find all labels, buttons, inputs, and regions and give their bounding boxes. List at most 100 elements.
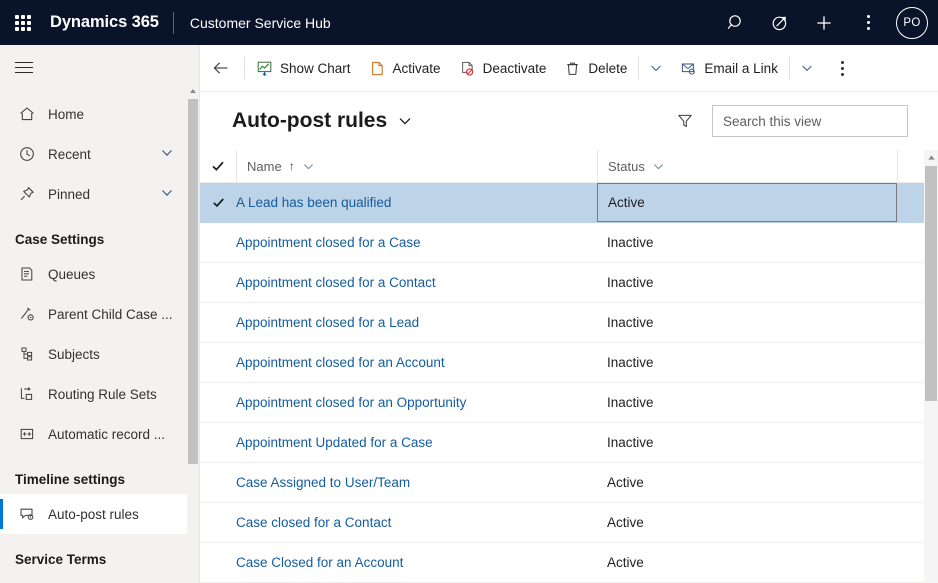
assistant-button[interactable] (758, 0, 802, 45)
row-name-link[interactable]: A Lead has been qualified (236, 183, 597, 222)
table-row[interactable]: Case closed for a Contact Active (200, 503, 938, 543)
table-row[interactable]: Appointment Updated for a CaseInactive (200, 423, 938, 463)
row-status-cell[interactable]: Active (597, 183, 897, 222)
table-row[interactable]: Appointment closed for a CaseInactive (200, 223, 938, 263)
row-status-cell[interactable]: Inactive (597, 423, 897, 462)
row-status-cell[interactable]: Inactive (597, 223, 897, 262)
column-header-name[interactable]: Name ↑ (236, 150, 597, 183)
show-chart-button[interactable]: Show Chart (247, 45, 360, 91)
row-name-link[interactable]: Appointment closed for a Case (236, 223, 597, 262)
row-checkbox[interactable] (200, 303, 236, 342)
row-status-cell[interactable]: Inactive (597, 383, 897, 422)
table-row[interactable]: A Lead has been qualifiedActive (200, 183, 938, 223)
sidebar-scrollbar[interactable] (187, 85, 199, 583)
row-status-cell[interactable]: Inactive (597, 303, 897, 342)
sidebar-item-home[interactable]: Home (0, 94, 200, 134)
grid-scrollbar-thumb[interactable] (925, 166, 937, 401)
sidebar-item-routing-rule-sets[interactable]: Routing Rule Sets (0, 374, 200, 414)
row-name-link[interactable]: Appointment closed for an Opportunity (236, 383, 597, 422)
row-checkbox[interactable] (200, 503, 236, 542)
sidebar-item-automatic-record[interactable]: Automatic record ... (0, 414, 200, 454)
row-name-link[interactable]: Appointment Updated for a Case (236, 423, 597, 462)
table-row[interactable]: Case Closed for an Account Active (200, 543, 938, 583)
row-checkbox[interactable] (200, 463, 236, 502)
grid-header-row: Name ↑ Status (200, 150, 938, 183)
chevron-down-icon[interactable] (160, 186, 174, 203)
sidebar-item-recent[interactable]: Recent (0, 134, 200, 174)
avatar[interactable]: PO (896, 7, 928, 39)
chevron-down-icon[interactable] (397, 113, 413, 129)
select-all-checkbox[interactable] (200, 150, 236, 183)
row-name-text: Appointment closed for a Lead (236, 315, 419, 330)
sidebar-item-pinned[interactable]: Pinned (0, 174, 200, 214)
sidebar-item-auto-post-rules[interactable]: Auto-post rules (0, 494, 200, 534)
waffle-button[interactable] (0, 0, 46, 45)
quick-create-button[interactable] (802, 0, 846, 45)
row-checkbox[interactable] (200, 543, 236, 582)
row-status-cell[interactable]: Active (597, 463, 897, 502)
row-name-text: Case closed for a Contact (236, 515, 391, 530)
row-status-cell[interactable]: Inactive (597, 263, 897, 302)
arrow-left-icon (211, 58, 231, 78)
home-icon (18, 104, 44, 124)
row-checkbox[interactable] (200, 343, 236, 382)
command-bar: Show Chart Activate Deactivate (200, 45, 938, 92)
chevron-down-icon[interactable] (302, 160, 315, 173)
row-checkbox[interactable] (200, 263, 236, 302)
email-overflow-caret[interactable] (792, 45, 822, 91)
row-checkbox[interactable] (200, 183, 236, 222)
table-row[interactable]: Appointment closed for an AccountInactiv… (200, 343, 938, 383)
sidebar-item-parent-child-case[interactable]: Parent Child Case ... (0, 294, 200, 334)
row-checkbox[interactable] (200, 423, 236, 462)
sidebar-collapse-button[interactable] (0, 45, 48, 90)
brand-title[interactable]: Dynamics 365 (46, 13, 173, 32)
sidebar-item-subjects[interactable]: Subjects (0, 334, 200, 374)
header-more-button[interactable] (846, 0, 890, 45)
grid-scrollbar[interactable] (924, 150, 938, 583)
search-input[interactable] (723, 114, 900, 129)
table-row[interactable]: Appointment closed for an OpportunityIna… (200, 383, 938, 423)
global-search-button[interactable] (714, 0, 758, 45)
scroll-up-icon[interactable] (187, 85, 199, 97)
command-overflow-button[interactable] (826, 45, 860, 91)
column-header-status[interactable]: Status (597, 150, 897, 183)
sidebar-scrollbar-thumb[interactable] (188, 99, 198, 464)
row-status-cell[interactable]: Inactive (597, 343, 897, 382)
sidebar-item-label: Queues (44, 267, 95, 282)
search-box[interactable] (712, 105, 908, 137)
row-name-link[interactable]: Appointment closed for a Lead (236, 303, 597, 342)
scroll-up-icon[interactable] (924, 150, 938, 164)
row-name-link[interactable]: Case Closed for an Account (236, 543, 597, 582)
back-button[interactable] (200, 45, 242, 91)
sidebar-group-title: Case Settings (0, 214, 200, 254)
row-name-link[interactable]: Appointment closed for a Contact (236, 263, 597, 302)
deactivate-button[interactable]: Deactivate (450, 45, 556, 91)
queues-icon (18, 264, 44, 284)
row-status-cell[interactable]: Active (597, 503, 897, 542)
table-row[interactable]: Case Assigned to User/TeamActive (200, 463, 938, 503)
row-status-cell[interactable]: Active (597, 543, 897, 582)
delete-overflow-caret[interactable] (641, 45, 671, 91)
table-row[interactable]: Appointment closed for a ContactInactive (200, 263, 938, 303)
sidebar-item-label: Parent Child Case ... (44, 307, 173, 322)
email-a-link-button[interactable]: Email a Link (671, 45, 787, 91)
row-checkbox[interactable] (200, 383, 236, 422)
show-chart-icon (256, 60, 273, 77)
sidebar-item-queues[interactable]: Queues (0, 254, 200, 294)
row-checkbox[interactable] (200, 223, 236, 262)
header-actions: PO (714, 0, 938, 45)
row-name-text: Case Closed for an Account (236, 555, 403, 570)
app-name-title[interactable]: Customer Service Hub (174, 15, 331, 31)
row-name-link[interactable]: Case Assigned to User/Team (236, 463, 597, 502)
view-selector[interactable]: Auto-post rules (200, 109, 413, 133)
chevron-down-icon[interactable] (160, 146, 174, 163)
row-name-link[interactable]: Appointment closed for an Account (236, 343, 597, 382)
filter-icon (676, 112, 694, 130)
row-name-link[interactable]: Case closed for a Contact (236, 503, 597, 542)
plus-icon (814, 13, 834, 33)
filter-button[interactable] (668, 104, 702, 138)
chevron-down-icon[interactable] (652, 160, 665, 173)
delete-button[interactable]: Delete (555, 45, 636, 91)
table-row[interactable]: Appointment closed for a Lead Inactive (200, 303, 938, 343)
activate-button[interactable]: Activate (360, 45, 450, 91)
